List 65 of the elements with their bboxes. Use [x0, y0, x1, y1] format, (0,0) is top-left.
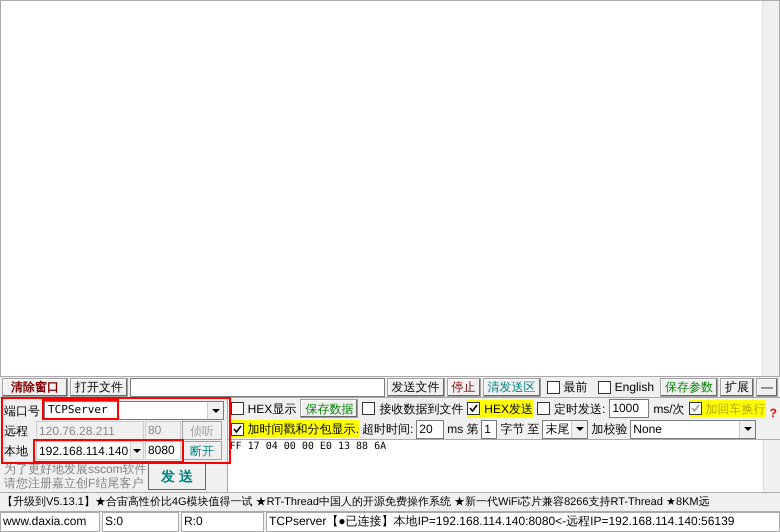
- label-text: 加校验: [591, 421, 628, 438]
- port-dropdown[interactable]: TCPServer: [44, 401, 224, 420]
- dropdown-field[interactable]: None: [630, 420, 756, 438]
- checkbox[interactable]: [536, 402, 550, 415]
- toolbar-button[interactable]: 保存参数: [660, 378, 718, 396]
- news-ticker: 【升级到V5.13.1】★合宙高性价比4G模块值得一试 ★RT-Thread中国人的开源免费操作系统 ★新一代WiFi芯片兼容8266支持RT-Thread ★8KM远: [2, 494, 710, 510]
- caret-icon: [576, 427, 584, 431]
- address-label: 本地: [4, 442, 29, 460]
- checkbox[interactable]: [230, 422, 244, 436]
- checkbox[interactable]: [230, 402, 244, 415]
- scrollbar[interactable]: [763, 440, 780, 492]
- caret-icon: [212, 408, 220, 412]
- caret-icon: [133, 448, 142, 452]
- toolbar-button[interactable]: 发送文件: [386, 378, 445, 396]
- checkbox-label: HEX发送: [484, 400, 533, 418]
- input-field[interactable]: 1000: [609, 399, 650, 418]
- connect-button[interactable]: 断开: [182, 441, 222, 460]
- label-text: 第: [466, 421, 478, 438]
- label-text: ms/次: [653, 400, 685, 418]
- checkbox-label: 定时发送:: [554, 400, 606, 418]
- input-field[interactable]: 1: [481, 420, 498, 438]
- action-button[interactable]: 保存数据: [300, 399, 358, 418]
- ip-field[interactable]: 192.168.114.140: [36, 441, 144, 460]
- input-field[interactable]: 20: [416, 420, 444, 438]
- dropdown-button[interactable]: [571, 420, 588, 438]
- checkbox-label: 接收数据到文件: [379, 400, 464, 418]
- toolbar-button[interactable]: 扩展: [720, 378, 754, 396]
- toolbar-button[interactable]: 停止: [446, 378, 481, 396]
- address-label: 远程: [4, 422, 29, 440]
- checkbox[interactable]: [598, 380, 611, 394]
- toolbar-button[interactable]: 清发送区: [482, 378, 541, 396]
- checkbox-label: 加时间戳和分包显示.: [248, 421, 359, 438]
- port-field[interactable]: 8080: [145, 441, 181, 460]
- port-label: 端口号: [4, 402, 41, 420]
- checkbox-label: HEX显示: [248, 400, 296, 418]
- checkbox[interactable]: [467, 402, 480, 415]
- dropdown-button[interactable]: [739, 420, 756, 438]
- check-icon: [690, 404, 700, 413]
- dropdown-field[interactable]: 末尾: [542, 420, 588, 438]
- caret-icon: [744, 427, 752, 431]
- toolbar-button[interactable]: —: [756, 378, 778, 396]
- checkbox[interactable]: [546, 380, 560, 394]
- send-button[interactable]: 发 送: [148, 462, 206, 490]
- checkbox-label: English: [614, 379, 654, 396]
- label-text: 字节: [500, 421, 524, 438]
- dropdown-button[interactable]: [207, 402, 223, 419]
- file-path-field[interactable]: [130, 378, 385, 396]
- status-text: S:0: [102, 512, 179, 532]
- status-text: R:0: [181, 512, 264, 532]
- dropdown-button[interactable]: [130, 442, 143, 459]
- toolbar-button[interactable]: 清除窗口: [2, 378, 68, 396]
- check-icon: [469, 404, 478, 413]
- label-text: 至: [527, 421, 540, 438]
- status-text: www.daxia.com: [0, 512, 100, 532]
- toolbar-button[interactable]: 打开文件: [70, 378, 128, 396]
- status-text: TCPserver【●已连接】本地IP=192.168.114.140:8080<-远程IP=192.168.114.140:56139: [266, 512, 780, 532]
- promo-text: 请您注册嘉立创F结尾客户: [4, 476, 144, 490]
- checkbox-label: 加回车换行: [706, 400, 766, 418]
- scrollbar[interactable]: [762, 1, 779, 376]
- checkbox[interactable]: [362, 402, 376, 415]
- checkbox-label: 最前: [564, 379, 588, 396]
- label-text: 超时时间:: [362, 421, 414, 438]
- help-icon[interactable]: ?: [770, 407, 777, 419]
- check-icon: [232, 424, 242, 434]
- label-text: ms: [447, 421, 464, 438]
